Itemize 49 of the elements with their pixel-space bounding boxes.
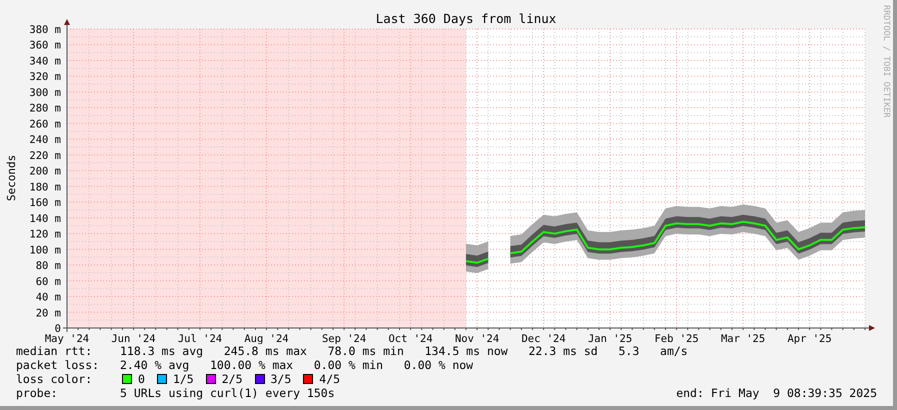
y-tick-label: 240 m bbox=[29, 134, 61, 146]
x-tick-label: Jun '24 bbox=[111, 333, 156, 344]
legend-label: packet loss: bbox=[16, 358, 100, 372]
y-tick-label: 200 m bbox=[29, 166, 61, 178]
y-tick-label: 340 m bbox=[29, 55, 61, 68]
y-axis-title: Seconds bbox=[5, 154, 18, 202]
side-credit: RRDTOOL / TOBI OETIKER bbox=[881, 5, 891, 118]
x-tick-label: Feb '25 bbox=[654, 333, 699, 344]
x-tick-label: Jul '24 bbox=[178, 333, 222, 344]
x-tick-label: Oct '24 bbox=[388, 333, 433, 344]
end-time: end: Fri May 9 08:39:35 2025 bbox=[676, 386, 877, 400]
y-tick-label: 320 m bbox=[29, 71, 61, 84]
x-tick-label: Sep '24 bbox=[322, 333, 366, 344]
y-tick-label: 20 m bbox=[36, 307, 61, 320]
smoke-core bbox=[466, 252, 488, 267]
y-tick-label: 180 m bbox=[29, 181, 61, 194]
y-tick-label: 80 m bbox=[36, 260, 61, 272]
x-tick-label: Mar '25 bbox=[720, 333, 766, 344]
y-tick-label: 220 m bbox=[29, 150, 61, 162]
y-tick-label: 0 bbox=[54, 323, 61, 335]
y-tick-label: 260 m bbox=[29, 118, 61, 130]
x-tick-label: Nov '24 bbox=[454, 333, 500, 344]
legend-value: 5 URLs using curl(1) every 150s bbox=[120, 386, 335, 400]
y-tick-label: 300 m bbox=[29, 86, 61, 99]
y-tick-label: 360 m bbox=[29, 40, 61, 52]
chart-title: Last 360 Days from linux bbox=[376, 11, 556, 26]
y-tick-label: 40 m bbox=[36, 292, 61, 304]
loss-level-label: 2/5 bbox=[222, 372, 242, 386]
y-tick-label: 120 m bbox=[29, 228, 61, 241]
y-tick-label: 160 m bbox=[29, 197, 61, 210]
loss-level-label: 1/5 bbox=[172, 372, 194, 386]
x-tick-label: May '24 bbox=[44, 333, 90, 344]
legend-value: 2.40 % avg 100.00 % max 0.00 % min 0.00 % now bbox=[120, 358, 474, 372]
y-tick-label: 140 m bbox=[29, 212, 61, 225]
x-tick-label: Aug '24 bbox=[244, 333, 289, 344]
y-tick-label: 60 m bbox=[36, 276, 61, 288]
y-tick-label: 380 m bbox=[29, 24, 61, 36]
x-tick-label: Dec '24 bbox=[521, 333, 566, 344]
x-tick-label: Jan '25 bbox=[588, 333, 632, 344]
y-tick-label: 280 m bbox=[29, 102, 61, 115]
legend-label: probe: bbox=[16, 386, 59, 400]
y-tick-label: 100 m bbox=[29, 244, 61, 256]
legend-label: loss color: bbox=[16, 372, 94, 386]
loss-level-label: 3/5 bbox=[270, 372, 292, 386]
loss-level-label: 0 bbox=[138, 372, 145, 386]
legend-label: median rtt: bbox=[16, 344, 94, 358]
legend-value: 118.3 ms avg 245.8 ms max 78.0 ms min 134.5 ms now 22.3 ms sd 5.3 am/s bbox=[120, 344, 688, 358]
x-tick-label: Apr '25 bbox=[787, 333, 832, 344]
loss-level-label: 4/5 bbox=[319, 372, 340, 386]
